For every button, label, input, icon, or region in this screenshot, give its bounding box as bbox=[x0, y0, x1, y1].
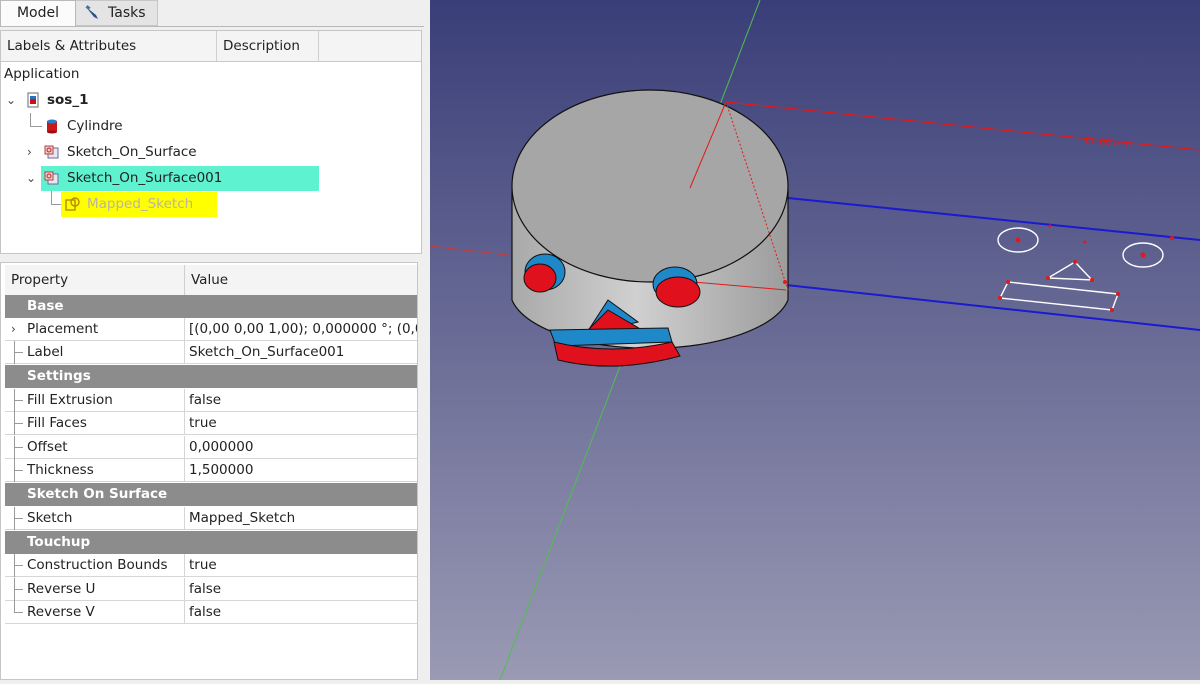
sketch-on-surface-icon bbox=[44, 171, 59, 185]
property-row-placement[interactable]: › Placement [(0,00 0,00 1,00); 0,000000 … bbox=[5, 318, 417, 341]
cylinder-icon bbox=[47, 119, 57, 134]
property-column-value[interactable]: Value bbox=[185, 265, 417, 295]
document-icon bbox=[27, 92, 39, 108]
panel-splitter[interactable] bbox=[0, 254, 424, 262]
sketch-icon bbox=[65, 197, 80, 211]
tree-column-labels[interactable]: Labels & Attributes bbox=[1, 31, 217, 61]
tasks-icon bbox=[85, 5, 98, 19]
collapse-arrow-icon[interactable]: ⌄ bbox=[6, 87, 16, 113]
tree-column-description[interactable]: Description bbox=[217, 31, 319, 61]
property-row-sketch[interactable]: Sketch Mapped_Sketch bbox=[5, 507, 417, 530]
group-base[interactable]: Base bbox=[5, 295, 417, 318]
expand-arrow-icon[interactable]: › bbox=[27, 139, 32, 165]
property-column-property[interactable]: Property bbox=[5, 265, 185, 295]
combo-tabs: Model Tasks bbox=[0, 0, 424, 27]
group-touchup[interactable]: Touchup bbox=[5, 531, 417, 554]
property-row-construction-bounds[interactable]: Construction Bounds true bbox=[5, 554, 417, 577]
sketch-on-surface-icon bbox=[44, 145, 59, 159]
tree-item-sketch-on-surface001[interactable]: ⌄ Sketch_On_Surface001 bbox=[1, 165, 421, 191]
collapse-arrow-icon[interactable]: ⌄ bbox=[26, 165, 36, 191]
3d-viewport[interactable]: 60,00 mm bbox=[429, 0, 1200, 681]
property-editor: Property Value Base › Placement [(0,00 0… bbox=[0, 262, 418, 680]
tree-header: Labels & Attributes Description bbox=[1, 31, 421, 62]
tree-item-mapped-sketch[interactable]: Mapped_Sketch bbox=[1, 191, 421, 217]
property-row-offset[interactable]: Offset 0,000000 bbox=[5, 436, 417, 459]
model-tree: Labels & Attributes Description Applicat… bbox=[0, 30, 422, 254]
cylinder-top-face[interactable] bbox=[511, 89, 789, 283]
3d-scene[interactable]: 60,00 mm bbox=[429, 0, 1200, 681]
group-settings[interactable]: Settings bbox=[5, 365, 417, 388]
tree-item-sos-1[interactable]: ⌄ sos_1 bbox=[1, 87, 421, 113]
tree-item-sketch-on-surface[interactable]: › Sketch_On_Surface bbox=[1, 139, 421, 165]
property-header: Property Value bbox=[5, 265, 417, 296]
property-row-reverse-u[interactable]: Reverse U false bbox=[5, 578, 417, 601]
property-row-thickness[interactable]: Thickness 1,500000 bbox=[5, 459, 417, 482]
tab-tasks-label: Tasks bbox=[108, 5, 146, 21]
combo-view-panel: Model Tasks Labels & Attributes Descript… bbox=[0, 0, 424, 680]
property-row-label[interactable]: Label Sketch_On_Surface001 bbox=[5, 341, 417, 364]
viewport-background bbox=[430, 0, 1200, 680]
tab-tasks[interactable]: Tasks bbox=[76, 0, 158, 26]
property-row-fill-extrusion[interactable]: Fill Extrusion false bbox=[5, 389, 417, 412]
tree-item-cylindre[interactable]: Cylindre bbox=[1, 113, 421, 139]
property-row-fill-faces[interactable]: Fill Faces true bbox=[5, 412, 417, 435]
property-row-reverse-v[interactable]: Reverse V false bbox=[5, 601, 417, 624]
group-sketch-on-surface[interactable]: Sketch On Surface bbox=[5, 483, 417, 506]
tab-model[interactable]: Model bbox=[0, 0, 76, 26]
